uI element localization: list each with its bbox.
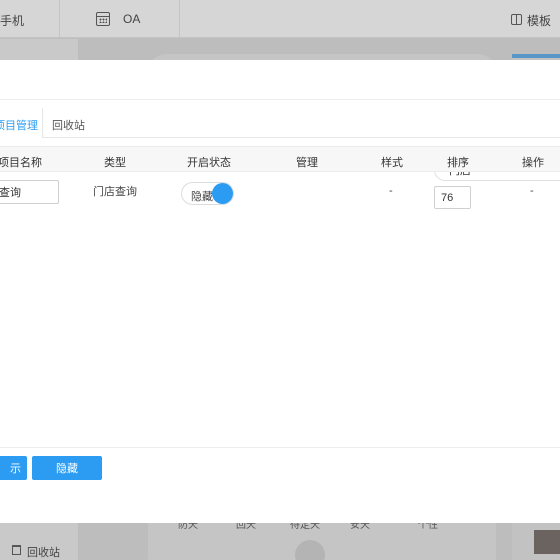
table-row: 门店查询 隐藏 - - [0,173,560,213]
oa-label: OA [123,12,141,26]
background-thumbnail [534,530,560,554]
column-header-style: 样式 [381,157,403,169]
column-header-action: 操作 [522,157,544,169]
sort-order-input[interactable] [434,186,471,209]
status-toggle[interactable]: 隐藏 [181,182,234,205]
tab-project-management-label: 项目管理 [0,120,38,132]
status-toggle-label: 隐藏 [191,191,213,203]
column-header-status: 开启状态 [187,157,231,169]
background-accent-bar [512,54,560,58]
project-management-modal: 项目管理 回收站 项目名称 类型 开启状态 管理 样式 排序 操作 门店查询 隐… [0,60,560,523]
phone-label: 手机 [0,14,25,28]
action-value: - [530,185,534,197]
tab-recycle-bin[interactable]: 回收站 [52,117,85,133]
tab-project-management[interactable]: 项目管理 [0,108,43,138]
modal-tabs: 项目管理 回收站 [0,108,560,181]
topbar-phone-segment[interactable]: 手机 [0,0,60,38]
modal-header-divider [0,99,560,100]
modal-footer-divider [0,447,560,448]
app-topbar: 手机 OA 模板 [0,0,560,38]
toggle-knob [212,183,233,204]
template-label[interactable]: 模板 [527,12,551,29]
column-header-type: 类型 [104,157,126,169]
show-button[interactable]: 示 [0,456,27,480]
style-value: - [389,185,393,197]
project-name-input[interactable] [0,180,59,204]
template-icon [511,14,522,25]
column-header-name: 项目名称 [0,157,42,169]
hide-button[interactable]: 隐藏 [32,456,102,480]
column-header-sort: 排序 [447,157,469,169]
recycle-label: 回收站 [27,547,60,559]
topbar-oa-segment[interactable]: OA [60,0,180,38]
trash-icon [12,545,21,555]
column-header-manage: 管理 [296,157,318,169]
project-type: 门店查询 [93,186,137,198]
table-header: 项目名称 类型 开启状态 管理 样式 排序 操作 [0,146,560,172]
background-recycle-link[interactable]: 回收站 [0,538,78,560]
calendar-icon [96,12,110,26]
